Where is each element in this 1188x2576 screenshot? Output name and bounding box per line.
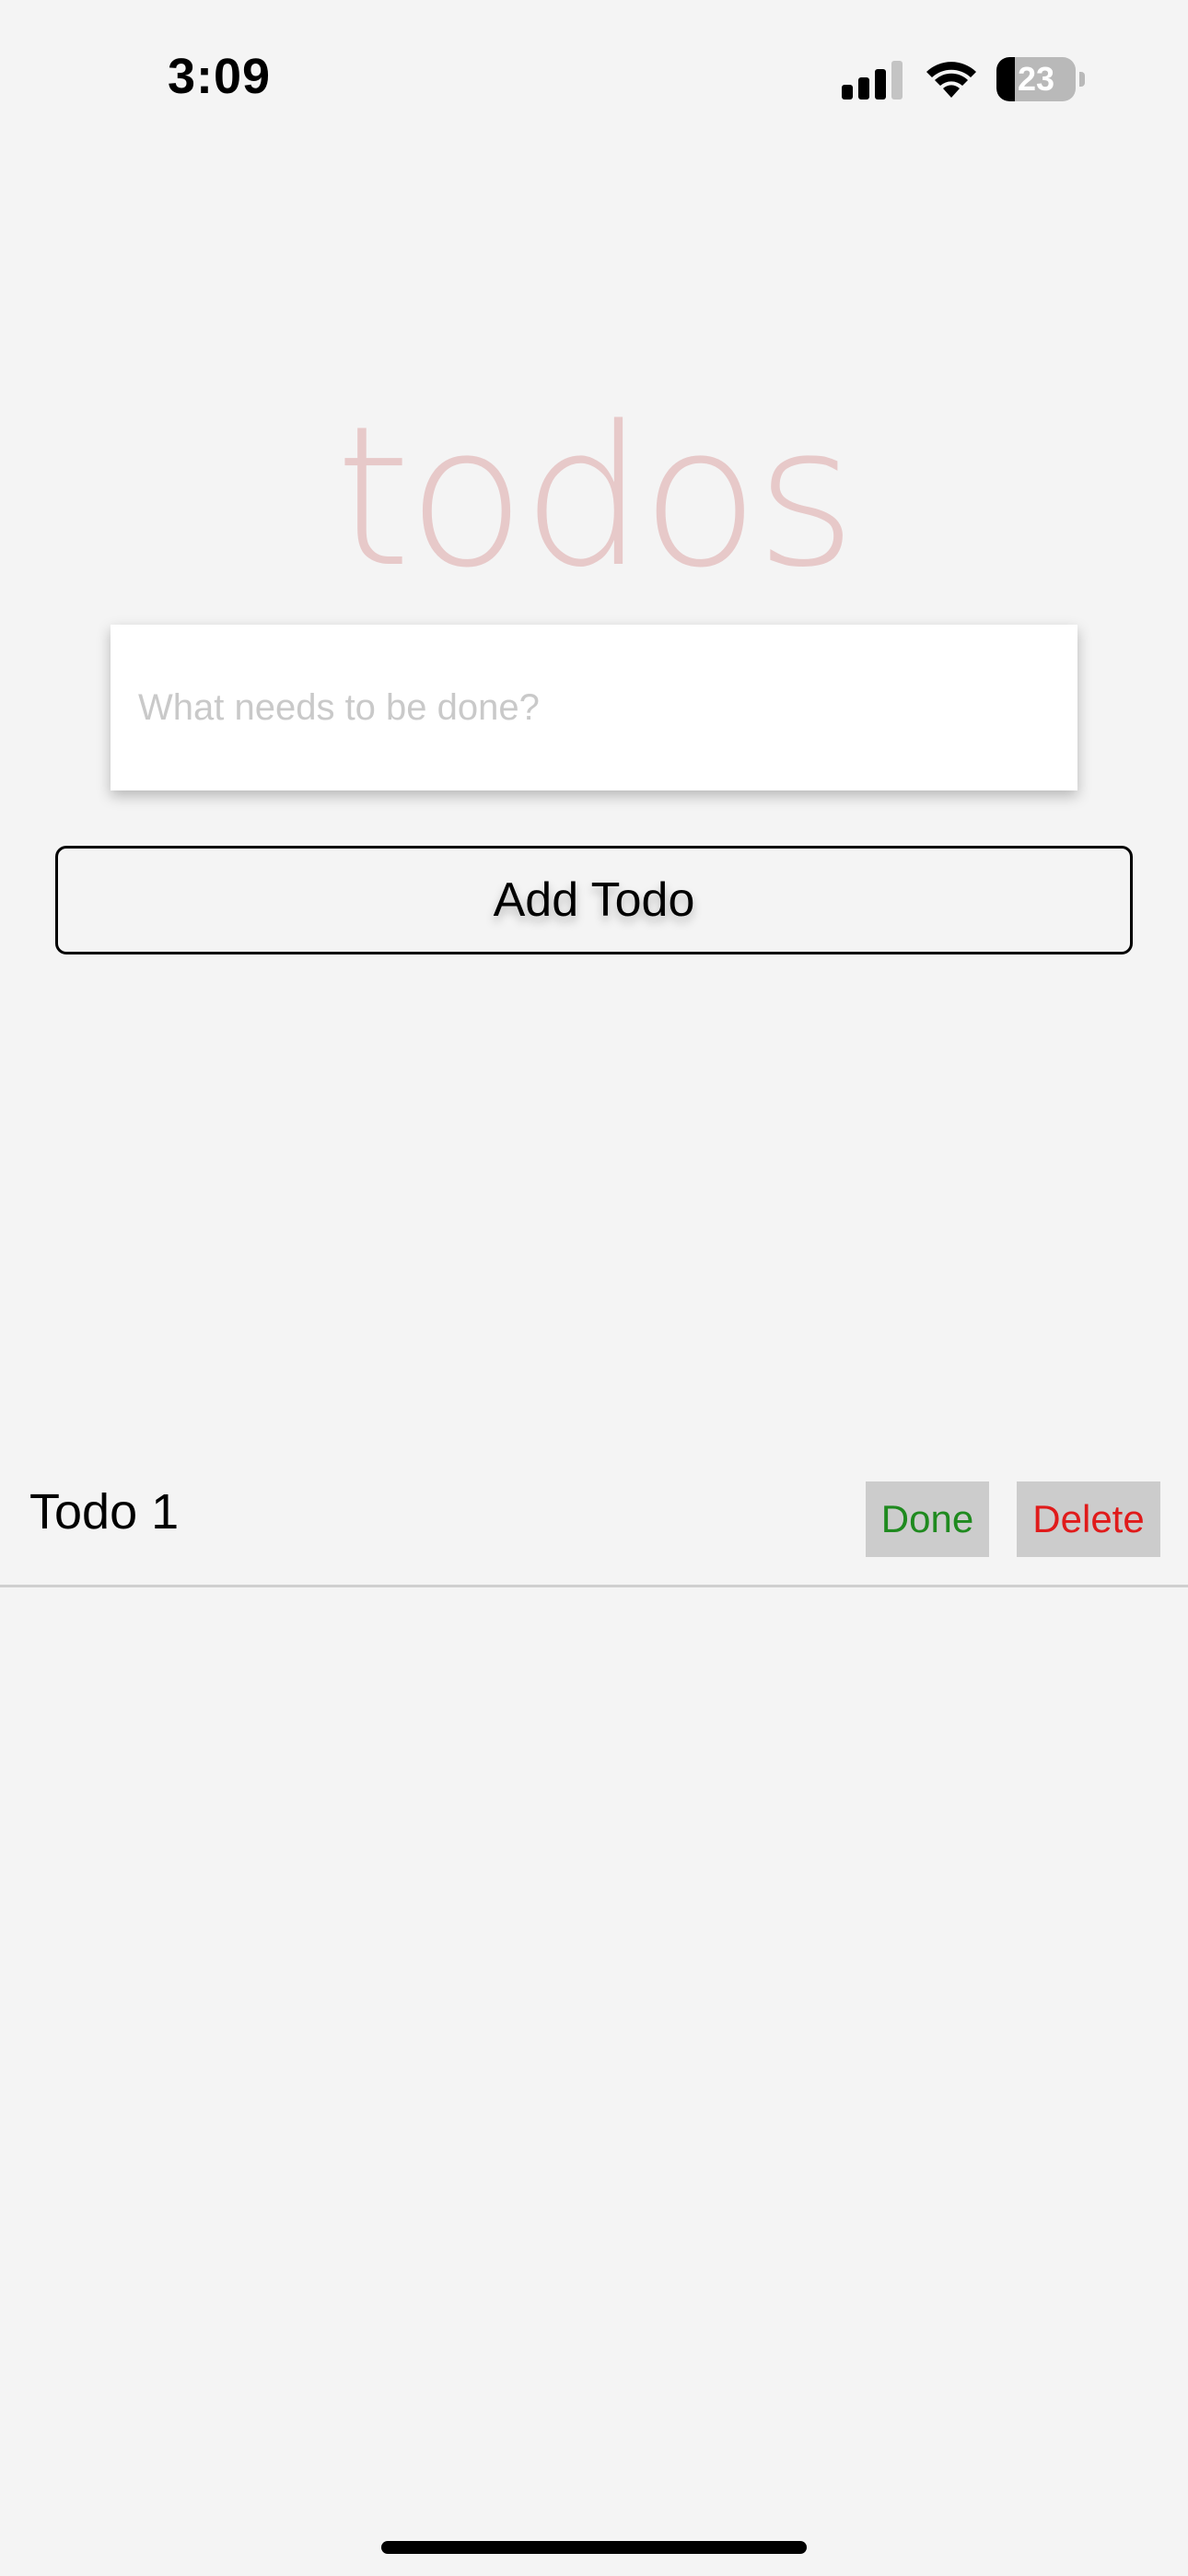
new-todo-input[interactable] bbox=[111, 625, 1077, 790]
delete-button[interactable]: Delete bbox=[1017, 1481, 1160, 1557]
battery-cap bbox=[1079, 72, 1085, 87]
battery-icon: 23 bbox=[996, 57, 1085, 101]
cellular-signal-icon bbox=[842, 61, 903, 100]
todo-item: Todo 1 Done Delete bbox=[0, 1456, 1188, 1587]
status-bar: 3:09 23 bbox=[0, 0, 1188, 157]
done-button[interactable]: Done bbox=[866, 1481, 989, 1557]
wifi-icon bbox=[926, 62, 976, 98]
battery-body: 23 bbox=[996, 57, 1076, 101]
add-todo-button[interactable]: Add Todo bbox=[55, 846, 1133, 954]
status-time: 3:09 bbox=[168, 49, 272, 104]
todo-list: Todo 1 Done Delete bbox=[0, 1456, 1188, 1587]
todo-item-text: Todo 1 bbox=[29, 1484, 180, 1540]
app-title: todos bbox=[334, 384, 856, 610]
home-indicator[interactable] bbox=[381, 2541, 807, 2554]
battery-level: 23 bbox=[1017, 60, 1055, 98]
